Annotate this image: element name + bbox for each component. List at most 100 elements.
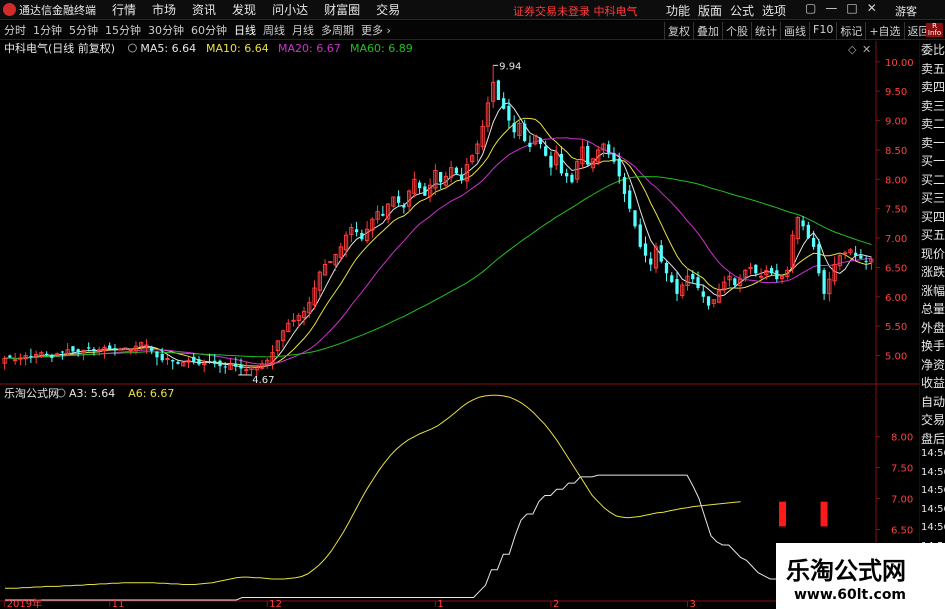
menu-caifuquan[interactable]: 财富圈	[324, 1, 360, 18]
period-daily[interactable]: 日线	[234, 22, 256, 38]
menu-wenxiaoda[interactable]: 问小达	[272, 1, 308, 18]
menu-xuanxiang[interactable]: 选项	[762, 2, 786, 19]
candle-body-down	[544, 146, 548, 156]
side-item-10: 买五	[921, 228, 945, 242]
side-item-22: 14:56	[921, 448, 945, 459]
sub-y-tick-label: 7.50	[891, 464, 913, 475]
candle-body-down	[706, 296, 711, 306]
y-tick-label: 6.00	[885, 293, 907, 304]
tool-fuquan[interactable]: 复权	[664, 22, 693, 40]
candle-body-down	[496, 80, 501, 100]
candle-body-down	[649, 258, 653, 265]
candle-body-down	[113, 348, 117, 351]
sub-legend-item-0: A3: 5.64	[69, 387, 115, 400]
tool-biaoji[interactable]: 标记	[836, 22, 865, 40]
period-15min[interactable]: 15分钟	[105, 22, 141, 38]
maximize-icon[interactable]: □	[846, 1, 857, 15]
low-annotation: 4.67	[252, 375, 274, 386]
tool-diejia[interactable]: 叠加	[693, 22, 722, 40]
panel-option-icon: ◇	[848, 43, 857, 56]
tool-f10[interactable]: F10	[809, 22, 836, 40]
period-monthly[interactable]: 月线	[292, 22, 314, 38]
signal-bar-1	[820, 501, 828, 527]
side-item-18: 收益	[921, 376, 945, 390]
period-5min[interactable]: 5分钟	[69, 22, 98, 38]
menu-jiaoyi[interactable]: 交易	[376, 1, 400, 18]
menu-faxian[interactable]: 发现	[232, 1, 256, 18]
candle-body-down	[633, 210, 637, 227]
guest-label[interactable]: 游客	[895, 3, 917, 19]
menu-shichang[interactable]: 市场	[152, 1, 176, 18]
candle-body-down	[664, 262, 669, 274]
chart-tools: 复权 叠加 个股 统计 画线 F10 标记 +自选 返回	[664, 22, 933, 40]
tool-tongji[interactable]: 统计	[751, 22, 780, 40]
side-item-8: 买三	[921, 191, 945, 205]
candle-body-down	[460, 174, 464, 181]
main-legend-item-0: MA5: 6.64	[140, 42, 196, 55]
candle-body-down	[549, 155, 553, 168]
candle-body-up	[128, 349, 133, 352]
candle-body-up	[165, 358, 170, 360]
a6-line	[5, 394, 741, 589]
candle-body-down	[538, 138, 543, 145]
candle-body-down	[570, 174, 574, 183]
main-legend-title: 中科电气(日线 前复权)	[4, 41, 115, 55]
candle-body-down	[801, 220, 805, 227]
menu-zixun[interactable]: 资讯	[192, 1, 216, 18]
menu-banmian[interactable]: 版面	[698, 2, 722, 19]
chart-area[interactable]: 5.00 5.50 6.00 6.50 7.00 7.50 8.00 8.50 9.00 9.50…	[0, 41, 919, 609]
side-item-21: 盘后	[921, 431, 945, 446]
candle-body-down	[502, 98, 506, 109]
side-item-9: 买四	[921, 209, 945, 224]
menu-gongneng[interactable]: 功能	[666, 2, 690, 19]
candle-body-up	[13, 359, 18, 362]
tool-huaxian[interactable]: 画线	[780, 22, 809, 40]
menu-hangqing[interactable]: 行情	[112, 1, 136, 18]
candle-body-down	[223, 366, 227, 368]
x-tick-label: 12	[269, 599, 282, 609]
candle-body-down	[769, 268, 774, 274]
skin-icon[interactable]: ▢	[805, 1, 816, 15]
minimize-icon[interactable]: —	[825, 1, 837, 15]
candle-body-down	[638, 224, 642, 247]
candle-body-down	[438, 172, 443, 183]
candle-body-down	[50, 355, 54, 358]
period-fenshi[interactable]: 分时	[4, 22, 26, 38]
period-1min[interactable]: 1分钟	[33, 22, 62, 38]
candle-body-down	[239, 364, 243, 369]
side-item-24: 14:56	[921, 485, 945, 496]
y-tick-label: 6.50	[885, 263, 907, 274]
candle-body-down	[76, 349, 80, 353]
x-tick-label: 1	[437, 599, 443, 609]
candle-body-down	[559, 153, 564, 174]
side-item-25: 14:56	[921, 503, 945, 515]
candle-body-down	[423, 186, 427, 196]
side-item-12: 涨跌	[921, 265, 945, 279]
candle-body-down	[512, 123, 516, 133]
period-30min[interactable]: 30分钟	[148, 22, 184, 38]
period-multi[interactable]: 多周期	[321, 22, 354, 38]
menu-gongshi[interactable]: 公式	[730, 2, 754, 19]
candle-body-down	[523, 123, 527, 142]
candle-body-up	[118, 348, 123, 351]
candle-body-down	[622, 177, 627, 194]
watermark-title: 乐淘公式网	[786, 557, 906, 585]
tool-zixuan[interactable]: +自选	[865, 22, 903, 40]
candle-body-down	[617, 158, 621, 177]
candle-body-down	[381, 213, 385, 216]
app-title: 通达信金融终端	[19, 3, 96, 17]
period-60min[interactable]: 60分钟	[191, 22, 227, 38]
candle-body-down	[806, 224, 810, 239]
candle-body-up	[758, 275, 764, 278]
tool-gegu[interactable]: 个股	[722, 22, 751, 40]
side-item-6: 买一	[921, 154, 945, 168]
close-icon[interactable]: ✕	[867, 1, 877, 15]
period-weekly[interactable]: 周线	[263, 22, 285, 38]
candle-body-down	[628, 190, 632, 209]
l2-badge-icon[interactable]: R Info	[926, 23, 943, 37]
login-status: 证券交易未登录 中科电气	[513, 5, 638, 18]
axes: 5.00 5.50 6.00 6.50 7.00 7.50 8.00 8.50 9.00 9.50…	[4, 58, 914, 609]
period-more[interactable]: 更多 ›	[361, 22, 391, 38]
side-item-0: 委比	[921, 43, 945, 57]
kline-chart[interactable]: 5.00 5.50 6.00 6.50 7.00 7.50 8.00 8.50 9.00 9.50…	[0, 41, 919, 609]
